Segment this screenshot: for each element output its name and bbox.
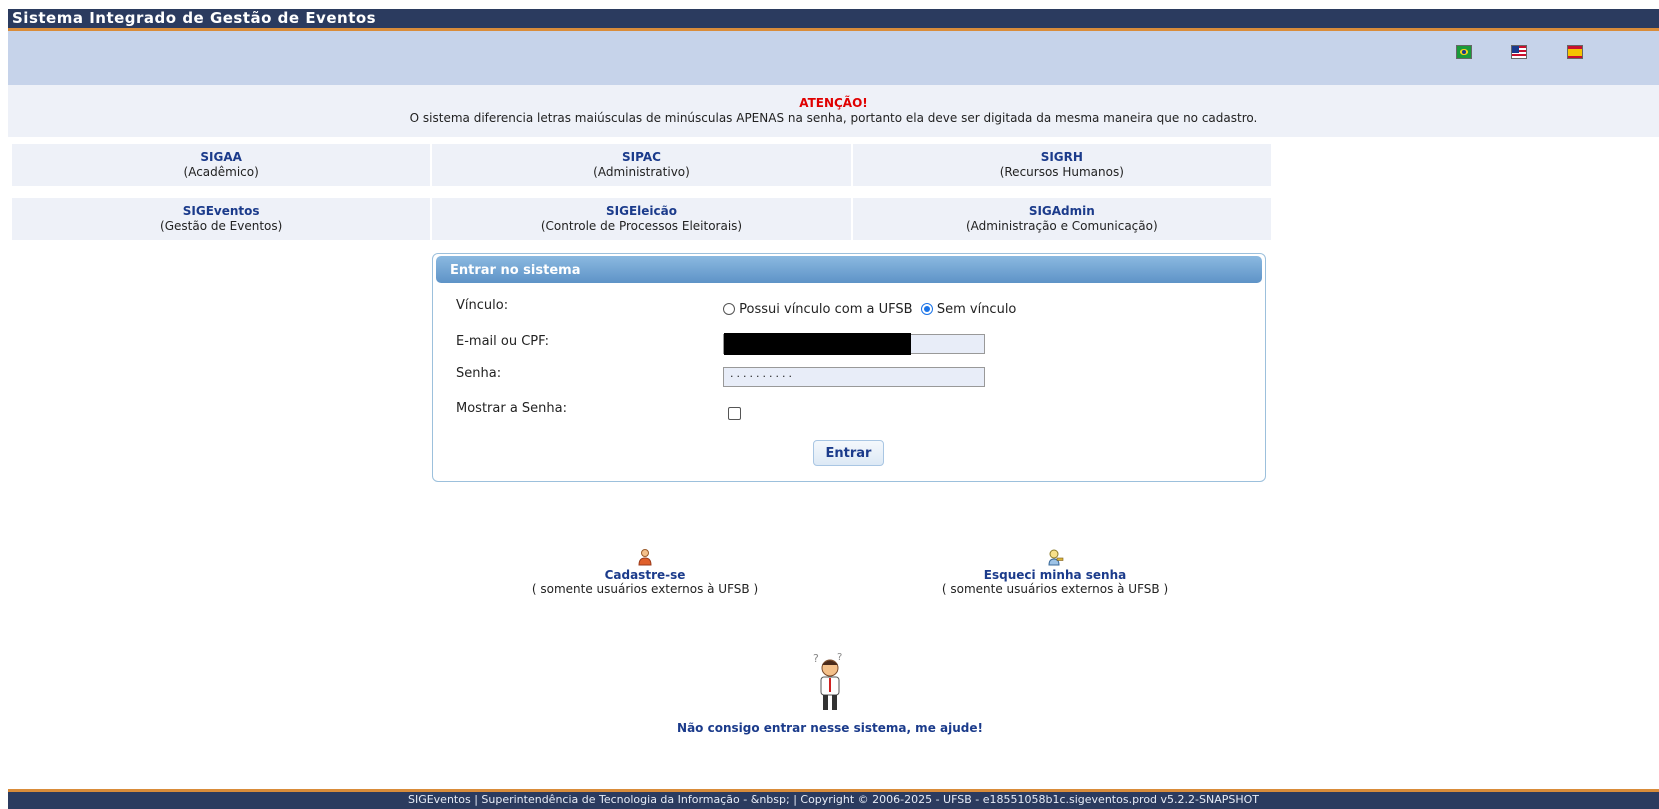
email-field[interactable] [723,333,985,355]
show-password-checkbox[interactable] [728,407,741,420]
usa-flag-icon[interactable] [1511,45,1527,59]
esqueci-note: ( somente usuários externos à UFSB ) [941,582,1169,596]
system-link-sigrh[interactable]: SIGRH (Recursos Humanos) [852,144,1271,186]
systems-row-1: SIGAA (Acadêmico) SIPAC (Administrativo)… [12,144,1271,186]
system-desc: (Administração e Comunicação) [965,219,1158,233]
system-name[interactable]: SIGAA [12,150,430,165]
senha-row: Senha: [456,366,501,381]
confused-man-icon[interactable]: ? ? [807,650,853,714]
mostrar-wrap [728,407,741,420]
system-name[interactable]: SIGRH [853,150,1271,165]
system-link-sigadmin[interactable]: SIGAdmin (Administração e Comunicação) [852,198,1271,240]
senha-label: Senha: [456,366,502,381]
systems-row-2: SIGEventos (Gestão de Eventos) SIGEleicã… [12,198,1271,240]
esqueci-senha-link[interactable]: Esqueci minha senha [915,568,1195,582]
system-link-sigeventos[interactable]: SIGEventos (Gestão de Eventos) [12,198,431,240]
login-panel-title: Entrar no sistema [436,256,1262,283]
email-label: E-mail ou CPF: [456,334,549,349]
login-submit-button[interactable]: Entrar [813,440,884,466]
system-desc: (Administrativo) [593,165,690,179]
esqueci-link-block: Esqueci minha senha ( somente usuários e… [915,548,1195,596]
vinculo-option-ufsb-label[interactable]: Possui vínculo com a UFSB [739,302,912,317]
case-sensitivity-notice: ATENÇÃO! O sistema diferencia letras mai… [8,85,1659,137]
cadastro-link-block: Cadastre-se ( somente usuários externos … [505,548,785,596]
vinculo-options: Possui vínculo com a UFSB Sem vínculo [723,302,1016,317]
system-desc: (Controle de Processos Eleitorais) [540,219,743,233]
footer: SIGEventos | Superintendência de Tecnolo… [8,789,1659,809]
system-name[interactable]: SIGAdmin [853,204,1271,219]
vinculo-row: Vínculo: [456,298,508,313]
notice-warning: ATENÇÃO! [799,96,868,110]
svg-text:?: ? [813,652,819,665]
system-link-sigeleicao[interactable]: SIGEleicão (Controle de Processos Eleito… [432,198,851,240]
system-name[interactable]: SIGEventos [12,204,430,219]
system-desc: (Acadêmico) [183,165,259,179]
notice-message: O sistema diferencia letras maiúsculas d… [409,111,1258,125]
senha-field-wrap: ·········· [723,367,985,387]
vinculo-option-sem-label[interactable]: Sem vínculo [937,302,1017,317]
system-title: Sistema Integrado de Gestão de Eventos [8,9,1659,31]
spain-flag-icon[interactable] [1567,45,1583,59]
cadastro-link[interactable]: Cadastre-se [505,568,785,582]
ajuda-link-block: ? ? Não consigo entrar nesse sistema, me… [640,650,1020,735]
user-add-icon[interactable] [636,548,654,566]
vinculo-label: Vínculo: [456,298,509,313]
vinculo-radio-sem[interactable] [920,303,933,315]
email-field-wrap [723,333,985,355]
help-link[interactable]: Não consigo entrar nesse sistema, me aju… [640,721,1020,735]
email-row: E-mail ou CPF: [456,334,549,349]
mostrar-senha-label: Mostrar a Senha: [456,401,568,416]
redaction-block [724,333,911,355]
brazil-flag-icon[interactable] [1456,45,1472,59]
page-frame: Sistema Integrado de Gestão de Eventos A… [8,9,1659,137]
system-link-sipac[interactable]: SIPAC (Administrativo) [432,144,851,186]
system-name[interactable]: SIPAC [432,150,850,165]
password-field[interactable]: ·········· [723,367,985,387]
login-panel: Entrar no sistema Vínculo: Possui víncul… [432,253,1266,482]
cadastro-note: ( somente usuários externos à UFSB ) [531,582,759,596]
system-desc: (Recursos Humanos) [999,165,1124,179]
system-link-sigaa[interactable]: SIGAA (Acadêmico) [12,144,431,186]
language-bar [8,31,1659,85]
svg-text:?: ? [837,652,842,663]
system-name[interactable]: SIGEleicão [432,204,850,219]
key-user-icon[interactable] [1046,548,1064,566]
mostrar-row: Mostrar a Senha: [456,401,567,416]
vinculo-radio-ufsb[interactable] [723,303,735,315]
system-desc: (Gestão de Eventos) [160,219,283,233]
